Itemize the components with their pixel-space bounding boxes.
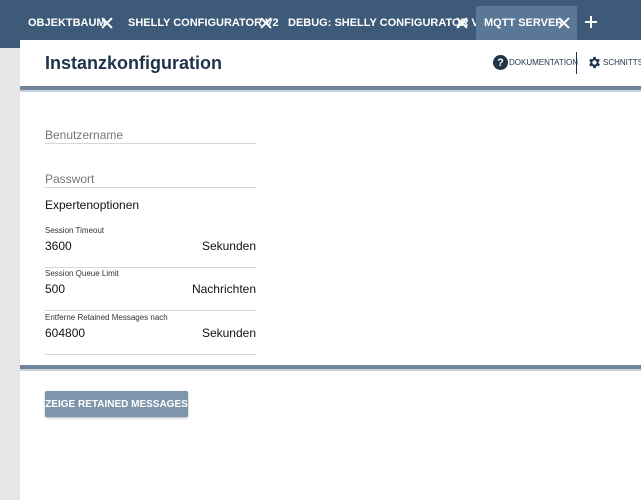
username-placeholder: Benutzername (45, 128, 124, 142)
show-retained-messages-button[interactable]: ZEIGE RETAINED MESSAGES (45, 391, 188, 417)
close-icon[interactable] (454, 15, 470, 31)
queue-limit-field[interactable]: Session Queue Limit 500 Nachrichten (45, 269, 256, 311)
retained-expiry-field[interactable]: Entferne Retained Messages nach 604800 S… (45, 313, 256, 355)
tab-debug-shelly-configurator[interactable]: DEBUG: SHELLY CONFIGURATOR V2 (280, 6, 485, 40)
session-timeout-value: 3600 (45, 239, 72, 253)
username-field[interactable]: Benutzername (45, 126, 256, 144)
retained-expiry-unit: Sekunden (201, 326, 256, 340)
queue-limit-label: Session Queue Limit (45, 269, 119, 278)
documentation-label: DOKUMENTATION (509, 58, 579, 67)
tab-mqtt-server[interactable]: MQTT SERVER (476, 6, 577, 40)
expert-options-title: Expertenoptionen (45, 198, 140, 212)
session-timeout-label: Session Timeout (45, 226, 105, 235)
gear-icon (589, 56, 600, 69)
session-timeout-field[interactable]: Session Timeout 3600 Sekunden (45, 226, 256, 268)
tab-objektbaum[interactable]: OBJEKTBAUM (20, 6, 123, 40)
password-field[interactable]: Passwort (45, 170, 256, 188)
help-icon: ? (493, 55, 508, 70)
password-placeholder: Passwort (45, 172, 95, 186)
retained-expiry-label: Entferne Retained Messages nach (45, 313, 168, 322)
retained-expiry-value: 604800 (45, 326, 86, 340)
tab-label: MQTT SERVER (484, 17, 564, 29)
close-icon[interactable] (99, 15, 115, 31)
config-panel: Instanzkonfiguration ? DOKUMENTATION SCH… (20, 40, 641, 500)
add-tab-icon[interactable] (583, 14, 599, 30)
tab-label: SHELLY CONFIGURATOR V2 (128, 17, 279, 29)
documentation-button[interactable]: ? DOKUMENTATION (493, 55, 578, 70)
panel-header: Instanzkonfiguration ? DOKUMENTATION SCH… (20, 40, 641, 86)
queue-limit-unit: Nachrichten (191, 282, 256, 296)
tab-shelly-configurator[interactable]: SHELLY CONFIGURATOR V2 (120, 6, 279, 40)
queue-limit-value: 500 (45, 282, 66, 296)
header-separator (576, 52, 577, 74)
page-title: Instanzkonfiguration (45, 53, 222, 73)
session-timeout-unit: Sekunden (201, 239, 256, 253)
close-icon[interactable] (556, 15, 572, 31)
close-icon[interactable] (258, 15, 274, 31)
tab-label: OBJEKTBAUM (28, 17, 106, 29)
header-divider (20, 86, 641, 92)
interface-button[interactable]: SCHNITTST (587, 55, 641, 70)
form-divider (20, 365, 641, 371)
interface-label: SCHNITTST (603, 58, 641, 67)
